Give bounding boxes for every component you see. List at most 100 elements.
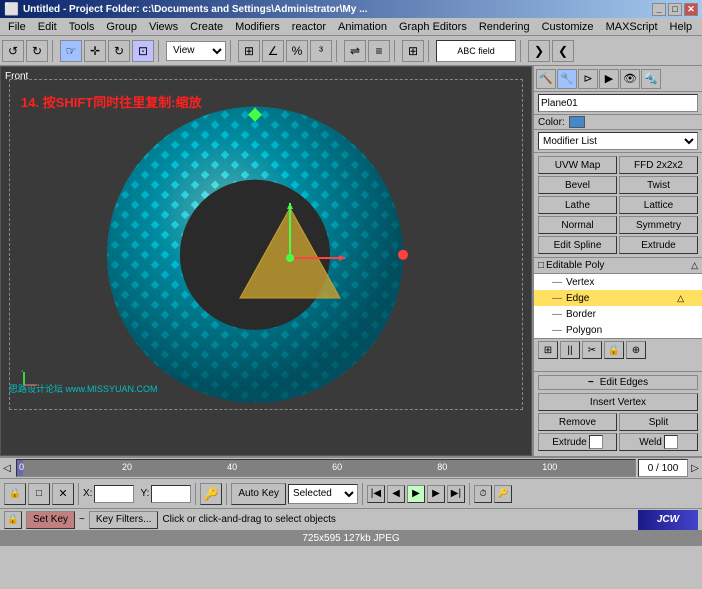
menu-file[interactable]: File [2,20,32,34]
close-button[interactable]: ✕ [684,3,698,16]
menu-views[interactable]: Views [143,20,184,34]
selection-set-button[interactable]: ✕ [52,483,74,505]
timeline-prev-button[interactable]: ◁ [0,463,14,474]
play-button[interactable]: ▶ [407,485,425,503]
setkey-button[interactable]: Set Key [26,511,75,529]
toolbar-sep-1 [52,40,56,62]
view-select[interactable]: View [166,41,226,61]
ep-tb-btn1[interactable]: ⊞ [538,341,558,359]
menu-maxscript[interactable]: MAXScript [600,20,664,34]
mod-btn-lattice[interactable]: Lattice [619,196,698,214]
menu-graph-editors[interactable]: Graph Editors [393,20,473,34]
color-swatch[interactable] [569,116,585,128]
go-to-end-button[interactable]: ▶| [447,485,465,503]
rp-btn-hierarchy[interactable]: ⊳ [578,69,598,89]
menu-modifiers[interactable]: Modifiers [229,20,286,34]
ep-tb-btn3[interactable]: ✂ [582,341,602,359]
timeline-track[interactable]: 0 20 40 60 80 100 [16,459,636,477]
mod-btn-editspline[interactable]: Edit Spline [538,236,617,254]
rotate-button[interactable]: ↻ [108,40,130,62]
mod-btn-normal[interactable]: Normal [538,216,617,234]
mod-btn-ffd[interactable]: FFD 2x2x2 [619,156,698,174]
ep-collapse-icon[interactable]: □ [538,260,544,271]
menu-animation[interactable]: Animation [332,20,393,34]
tl-label-20: 20 [122,462,132,472]
ep-label-vertex: Vertex [566,277,594,288]
move-button[interactable]: ✛ [84,40,106,62]
ep-item-border[interactable]: — Border [534,306,702,322]
mod-btn-bevel[interactable]: Bevel [538,176,617,194]
maximize-button[interactable]: □ [668,3,682,16]
layer-button[interactable]: ⊞ [402,40,424,62]
minimize-button[interactable]: _ [652,3,666,16]
insert-vertex-button[interactable]: Insert Vertex [538,393,698,411]
mod-btn-uvwmap[interactable]: UVW Map [538,156,617,174]
rp-btn-utility[interactable]: 🔩 [641,69,661,89]
ee-collapse-icon[interactable]: − [588,377,594,388]
mod-btn-lathe[interactable]: Lathe [538,196,617,214]
ep-item-vertex[interactable]: — Vertex [534,274,702,290]
ep-tb-btn4[interactable]: 🔒 [604,341,624,359]
menu-group[interactable]: Group [100,20,143,34]
coord-y-input[interactable] [151,485,191,503]
go-to-start-button[interactable]: |◀ [367,485,385,503]
timeline-next-button[interactable]: ▷ [688,463,702,474]
menu-rendering[interactable]: Rendering [473,20,536,34]
weld-box[interactable] [664,435,678,449]
coord-x-input[interactable] [94,485,134,503]
rp-btn-motion[interactable]: ▶ [599,69,619,89]
ep-tb-btn2[interactable]: || [560,341,580,359]
key-mode-button[interactable]: 🔑 [494,485,512,503]
bottom-controls: 🔒 □ ✕ X: Y: 🔑 Auto Key Selected |◀ ◀ ▶ ▶… [0,478,702,508]
mod-btn-symmetry[interactable]: Symmetry [619,216,698,234]
viewport-instruction: 14. 按SHIFT同时往里复制:缩放 [21,92,202,111]
edit-edges-section: − Edit Edges Insert Vertex Remove Split … [534,372,702,456]
selection-filter-select[interactable]: Selected [288,484,358,504]
select-button[interactable]: ☞ [60,40,82,62]
snap-toggle[interactable]: ⊞ [238,40,260,62]
menu-edit[interactable]: Edit [32,20,63,34]
clear-selection-button[interactable]: □ [28,483,50,505]
split-button[interactable]: Split [619,413,698,431]
extrude-button[interactable]: Extrude [538,433,617,451]
rp-btn-display[interactable]: 👁 [620,69,640,89]
prev-frame-button[interactable]: ◀ [387,485,405,503]
key-icon-button[interactable]: 🔑 [200,483,222,505]
spinner-snap[interactable]: ³ [310,40,332,62]
ep-item-polygon[interactable]: — Polygon [534,322,702,338]
mod-btn-extrude[interactable]: Extrude [619,236,698,254]
viewport[interactable]: Front 14. 按SHIFT同时往里复制:缩放 思路设计论坛 www.MIS… [0,66,532,456]
menu-customize[interactable]: Customize [536,20,600,34]
rp-btn-modify[interactable]: 🔧 [557,69,577,89]
status-lock-btn[interactable]: 🔒 [4,511,22,529]
weld-button[interactable]: Weld [619,433,698,451]
align-button[interactable]: ≡ [368,40,390,62]
ep-item-edge[interactable]: — Edge △ [534,290,702,306]
percent-snap[interactable]: % [286,40,308,62]
scale-button[interactable]: ⊡ [132,40,154,62]
menu-help[interactable]: Help [664,20,699,34]
editable-poly-header: □ Editable Poly △ [534,258,702,274]
frame-counter[interactable]: 0 / 100 [638,459,688,477]
keyfilters-button[interactable]: Key Filters... [89,511,159,529]
undo-button[interactable]: ↺ [2,40,24,62]
ep-tb-btn5[interactable]: ⊕ [626,341,646,359]
next-frame-button[interactable]: ▶ [427,485,445,503]
menu-create[interactable]: Create [184,20,229,34]
menu-tools[interactable]: Tools [63,20,101,34]
prev-key[interactable]: ❮ [552,40,574,62]
rp-btn-create[interactable]: 🔨 [536,69,556,89]
autokey-button[interactable]: Auto Key [231,483,286,505]
lock-selection-button[interactable]: 🔒 [4,483,26,505]
time-config-button[interactable]: ⏱ [474,485,492,503]
redo-button[interactable]: ↻ [26,40,48,62]
mirror-button[interactable]: ⇌ [344,40,366,62]
next-key[interactable]: ❯ [528,40,550,62]
object-name-input[interactable] [538,94,698,112]
extrude-box[interactable] [589,435,603,449]
modifier-list-select[interactable]: Modifier List [538,132,698,150]
angle-snap[interactable]: ∠ [262,40,284,62]
menu-reactor[interactable]: reactor [286,20,332,34]
remove-button[interactable]: Remove [538,413,617,431]
mod-btn-twist[interactable]: Twist [619,176,698,194]
